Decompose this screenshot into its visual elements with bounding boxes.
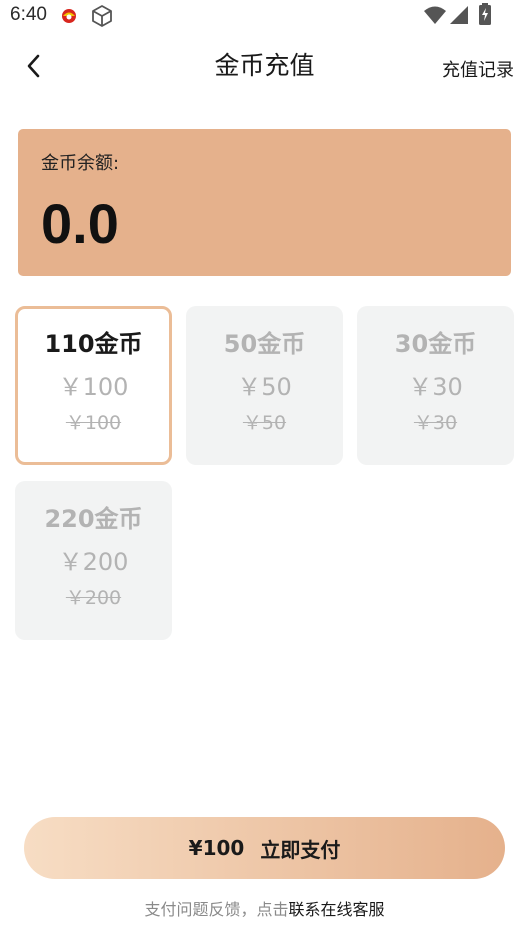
pay-now-button[interactable]: ¥100 立即支付 [24,817,505,879]
package-coins: 220金币 [44,505,143,533]
package-coins: 110金币 [44,330,143,358]
feedback-text: 支付问题反馈，点击 [144,900,289,919]
package-coins: 50金币 [223,330,306,358]
package-price: ￥100 [58,373,129,401]
package-option-110[interactable]: 110金币 ￥100 ￥100 [15,306,172,465]
package-original-price: ￥200 [65,587,122,609]
status-time: 6:40 [10,4,47,25]
app-notification-icon [60,6,78,24]
package-option-220[interactable]: 220金币 ￥200 ￥200 [15,481,172,640]
footer-feedback: 支付问题反馈，点击联系在线客服 [0,896,529,920]
status-bar: 6:40 [0,0,529,32]
package-option-50[interactable]: 50金币 ￥50 ￥50 [186,306,343,465]
package-coins: 30金币 [394,330,477,358]
package-price: ￥30 [408,373,463,401]
header: 金币充值 充值记录 [0,36,529,96]
wifi-icon [423,5,447,25]
package-original-price: ￥100 [65,412,122,434]
pay-now-label: 立即支付 [260,837,341,862]
contact-support-link[interactable]: 联系在线客服 [289,900,385,919]
package-original-price: ￥50 [242,412,287,434]
balance-card: 金币余额: 0.0 [18,129,511,276]
signal-icon [449,5,469,25]
battery-icon [478,3,492,25]
balance-label: 金币余额: [41,153,120,174]
package-option-30[interactable]: 30金币 ￥30 ￥30 [357,306,514,465]
pay-amount: ¥100 [188,836,245,860]
recharge-history-link[interactable]: 充值记录 [442,56,514,82]
cube-icon [90,4,114,28]
balance-value: 0.0 [41,192,119,255]
package-original-price: ￥30 [413,412,458,434]
package-price: ￥200 [58,548,129,576]
package-price: ￥50 [237,373,292,401]
